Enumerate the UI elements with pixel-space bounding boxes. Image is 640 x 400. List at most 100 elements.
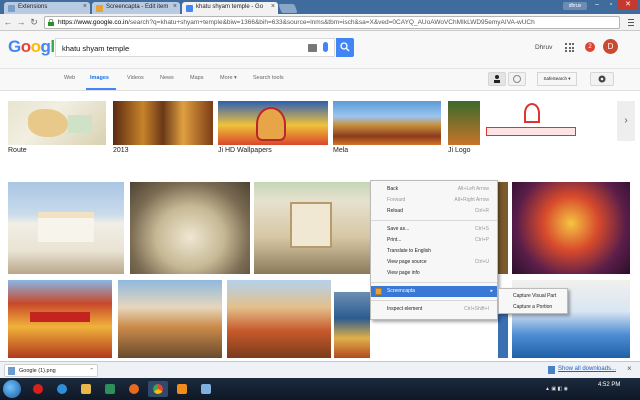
firefox-taskbar-icon[interactable] [124, 381, 144, 397]
explorer-taskbar-icon[interactable] [76, 381, 96, 397]
related-2013[interactable]: 2013 [113, 101, 213, 156]
close-icon[interactable]: × [627, 364, 632, 373]
menu-separator [371, 220, 497, 221]
deity-thumbnail [218, 101, 328, 145]
menu-item-view-source[interactable]: View page source Ctrl+U [371, 257, 497, 268]
search-button[interactable] [336, 38, 354, 57]
menu-item-back[interactable]: Back Alt+Left Arrow [371, 184, 497, 195]
close-icon[interactable]: × [173, 3, 177, 10]
app-taskbar-icon[interactable] [196, 381, 216, 397]
menu-item-shortcut: Ctrl+Shift+I [463, 306, 489, 312]
menu-item-label: View page info [387, 270, 420, 276]
menu-item-label: View page source [387, 259, 427, 265]
tab-images[interactable]: Images [90, 75, 109, 81]
menu-item-translate[interactable]: Translate to English [371, 246, 497, 257]
result-image[interactable] [334, 292, 370, 358]
menu-item-capture-portion[interactable]: Capture a Portion [499, 302, 567, 313]
download-item[interactable]: Google (1).png ⌃ [4, 364, 98, 377]
menu-item-label: Inspect element [387, 306, 423, 312]
logo-thumbnail [448, 101, 610, 145]
menu-item-print[interactable]: Print... Ctrl+P [371, 235, 497, 246]
back-arrow-icon[interactable]: ← [3, 17, 13, 27]
screencapta-icon [375, 288, 382, 295]
browser-tab-bar: Extensions × Screencapta - Edit item × k… [0, 0, 640, 14]
system-tray[interactable]: ▲ ▣ ◧ ◉ [545, 386, 568, 392]
tab-more[interactable]: More ▾ [220, 75, 237, 81]
forward-arrow-icon[interactable]: → [16, 17, 26, 27]
window-close-button[interactable]: ✕ [618, 0, 638, 10]
related-label: 2013 [113, 147, 129, 154]
chevron-right-icon[interactable]: › [617, 101, 635, 141]
chevron-up-icon[interactable]: ⌃ [89, 365, 94, 377]
tab-maps[interactable]: Maps [190, 75, 203, 81]
result-image[interactable] [130, 182, 250, 274]
result-image[interactable] [498, 312, 508, 358]
chrome-menu-icon[interactable] [626, 17, 636, 27]
minimize-button[interactable]: – [590, 0, 604, 10]
tab-extensions[interactable]: Extensions × [4, 2, 90, 14]
start-button[interactable] [3, 380, 21, 398]
notification-badge[interactable]: 2 [585, 42, 595, 52]
menu-item-page-info[interactable]: View page info [371, 268, 497, 279]
menu-item-shortcut: Ctrl+R [474, 208, 489, 214]
result-image[interactable] [8, 280, 112, 358]
microphone-icon[interactable] [323, 42, 328, 52]
tab-screencapta[interactable]: Screencapta - Edit item × [92, 2, 180, 14]
search-input[interactable]: khatu shyam temple [55, 38, 335, 57]
vlc-taskbar-icon[interactable] [172, 381, 192, 397]
menu-item-inspect[interactable]: Inspect element Ctrl+Shift+I [371, 304, 497, 315]
result-image[interactable] [118, 280, 222, 358]
chrome-taskbar-icon[interactable] [148, 381, 168, 397]
tab-google-search[interactable]: khatu shyam temple - Go × [182, 2, 278, 14]
result-image[interactable] [254, 182, 370, 274]
safesearch-dropdown[interactable]: SafeSearch ▾ [537, 72, 577, 86]
temple-thumbnail [113, 101, 213, 145]
related-label: Route [8, 147, 27, 154]
menu-item-label: Print... [387, 237, 402, 243]
close-icon[interactable]: × [83, 3, 87, 10]
ie-taskbar-icon[interactable] [52, 381, 72, 397]
user-name[interactable]: Dhruv [535, 44, 552, 51]
settings-gear-icon[interactable] [590, 72, 614, 86]
profile-chip[interactable]: dhruv [563, 2, 587, 10]
menu-item-label: Back [387, 186, 399, 192]
result-image[interactable] [227, 280, 331, 358]
globe-icon[interactable] [508, 72, 526, 86]
menu-item-screencapta[interactable]: Screencapta ▸ [371, 286, 497, 297]
related-mela[interactable]: Mela [333, 101, 441, 156]
opera-taskbar-icon[interactable] [28, 381, 48, 397]
related-label: Ji HD Wallpapers [218, 147, 272, 154]
close-icon[interactable]: × [271, 3, 275, 10]
person-icon[interactable] [488, 72, 506, 86]
menu-item-save-as[interactable]: Save as... Ctrl+S [371, 224, 497, 235]
new-tab-button[interactable] [278, 4, 298, 13]
related-route[interactable]: Route [8, 101, 106, 156]
menu-item-shortcut: Ctrl+S [474, 226, 489, 232]
address-bar[interactable]: https://www.google.co.in/search?q=khatu+… [44, 16, 620, 29]
download-filename: Google (1).png [19, 368, 56, 374]
tab-videos[interactable]: Videos [127, 75, 144, 81]
search-icon [340, 42, 350, 52]
menu-item-label: Save as... [387, 226, 410, 232]
menu-item-capture-visual[interactable]: Capture Visual Part [499, 291, 567, 302]
screencapta-submenu: Capture Visual Part Capture a Portion [498, 288, 568, 314]
media-taskbar-icon[interactable] [100, 381, 120, 397]
camera-icon[interactable] [308, 44, 317, 52]
clock[interactable]: 4:52 PM [598, 382, 620, 389]
maximize-button[interactable]: ▫ [604, 0, 618, 10]
tab-news[interactable]: News [160, 75, 174, 81]
result-image[interactable] [512, 182, 630, 274]
avatar[interactable]: D [603, 39, 618, 54]
search-tools-button[interactable]: Search tools [253, 75, 284, 81]
crowd-thumbnail [333, 101, 441, 145]
related-hd-wallpapers[interactable]: Ji HD Wallpapers [218, 101, 328, 156]
show-all-downloads-link[interactable]: Show all downloads... [558, 366, 616, 372]
result-image[interactable] [498, 182, 508, 274]
reload-icon[interactable]: ↻ [29, 17, 39, 27]
related-logo[interactable]: Ji Logo [448, 101, 610, 156]
menu-item-reload[interactable]: Reload Ctrl+R [371, 206, 497, 217]
result-image[interactable] [8, 182, 124, 274]
apps-grid-icon[interactable] [565, 43, 574, 52]
google-header: Google khatu shyam temple Dhruv 2 D [0, 31, 640, 69]
tab-web[interactable]: Web [64, 75, 75, 81]
